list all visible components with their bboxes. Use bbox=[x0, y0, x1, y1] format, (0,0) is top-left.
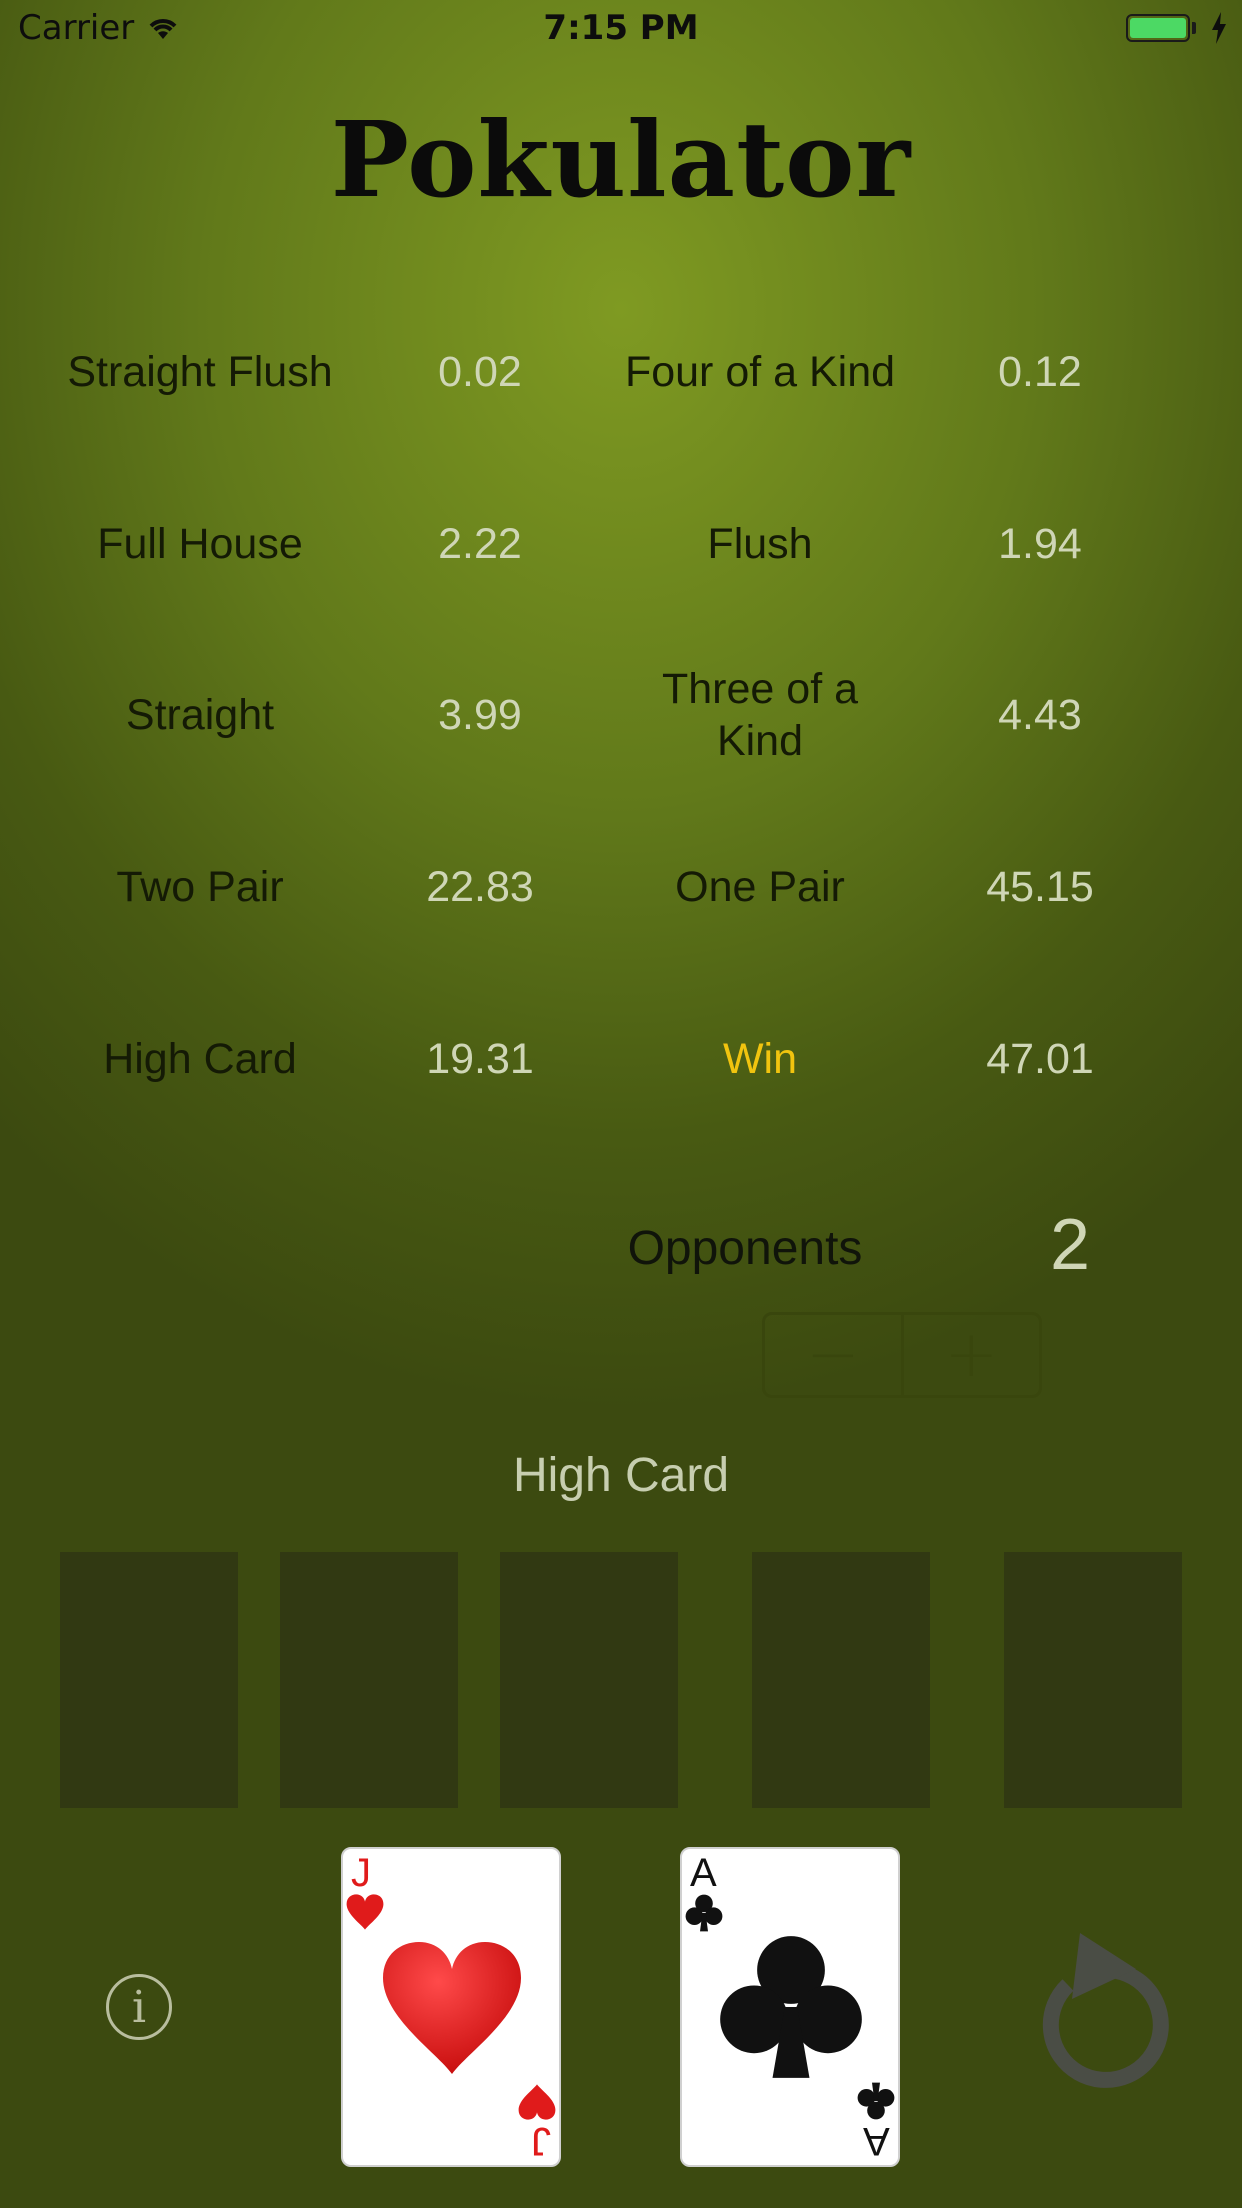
odds-label-flush: Flush bbox=[707, 520, 813, 568]
card-1-heart-small-icon bbox=[346, 1894, 384, 1930]
community-card-slot-1[interactable] bbox=[60, 1552, 238, 1808]
card-2-rank-bottom: A bbox=[863, 2119, 890, 2163]
odds-value-full-house: 2.22 bbox=[438, 520, 522, 568]
odds-value-two-pair: 22.83 bbox=[426, 863, 534, 911]
card-2-club-small-bottom-icon bbox=[857, 2082, 895, 2120]
odds-label-four-of-a-kind: Four of a Kind bbox=[624, 348, 896, 396]
odds-label-full-house: Full House bbox=[97, 520, 303, 568]
decrement-button[interactable]: − bbox=[765, 1315, 901, 1395]
charging-bolt-icon bbox=[1212, 12, 1226, 44]
odds-label-win: Win bbox=[722, 1035, 798, 1083]
community-card-slot-2[interactable] bbox=[280, 1552, 458, 1808]
card-2-club-icon bbox=[720, 1936, 862, 2078]
status-time: 7:15 PM bbox=[543, 8, 699, 48]
odds-value-three-of-a-kind: 4.43 bbox=[998, 691, 1082, 739]
odds-label-straight-flush: Straight Flush bbox=[67, 348, 333, 396]
hole-card-2[interactable]: A A bbox=[680, 1847, 900, 2167]
odds-value-straight: 3.99 bbox=[438, 691, 522, 739]
card-2-rank-top: A bbox=[690, 1851, 717, 1895]
info-icon[interactable]: i bbox=[106, 1974, 172, 2040]
battery-icon bbox=[1126, 14, 1190, 42]
current-hand-label: High Card bbox=[512, 1449, 730, 1502]
opponents-count: 2 bbox=[1049, 1205, 1091, 1285]
odds-value-flush: 1.94 bbox=[998, 520, 1082, 568]
opponents-label: Opponents bbox=[627, 1222, 863, 1275]
odds-value-four-of-a-kind: 0.12 bbox=[998, 348, 1082, 396]
community-card-slot-3[interactable] bbox=[500, 1552, 678, 1808]
odds-value-straight-flush: 0.02 bbox=[438, 348, 522, 396]
reset-icon[interactable] bbox=[1028, 1925, 1178, 2095]
odds-value-win: 47.01 bbox=[986, 1035, 1094, 1083]
community-card-slot-4[interactable] bbox=[752, 1552, 930, 1808]
odds-label-one-pair: One Pair bbox=[675, 863, 845, 911]
odds-label-high-card: High Card bbox=[103, 1035, 297, 1083]
odds-label-straight: Straight bbox=[125, 691, 275, 739]
odds-value-one-pair: 45.15 bbox=[986, 863, 1094, 911]
battery-tip bbox=[1192, 22, 1196, 34]
increment-button[interactable]: + bbox=[904, 1315, 1040, 1395]
app-title: Pokulator bbox=[330, 98, 912, 221]
odds-label-two-pair: Two Pair bbox=[116, 863, 284, 911]
opponents-stepper[interactable]: − + bbox=[762, 1312, 1042, 1398]
hole-card-1[interactable]: J J bbox=[341, 1847, 561, 2167]
card-1-rank-top: J bbox=[351, 1851, 371, 1895]
card-1-heart-small-bottom-icon bbox=[518, 2084, 556, 2120]
card-1-heart-icon bbox=[383, 1942, 521, 2074]
odds-value-high-card: 19.31 bbox=[426, 1035, 534, 1083]
odds-label-three-of-a-kind: Three of a Kind bbox=[662, 665, 858, 765]
card-1-rank-bottom: J bbox=[531, 2119, 551, 2163]
community-card-slot-5[interactable] bbox=[1004, 1552, 1182, 1808]
